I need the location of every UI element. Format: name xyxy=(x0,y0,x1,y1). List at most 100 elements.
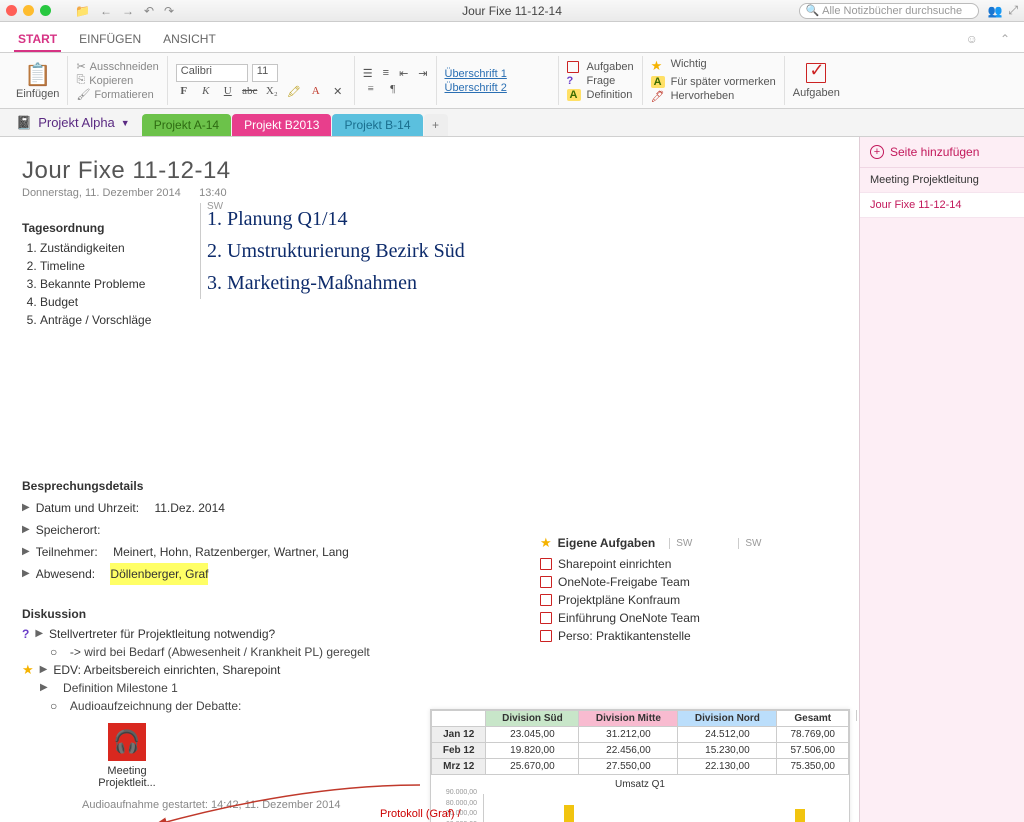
add-section-button[interactable]: + xyxy=(424,114,448,136)
plus-icon: + xyxy=(870,145,884,159)
bullets-button[interactable]: ☰ xyxy=(363,67,373,80)
back-icon[interactable]: ← xyxy=(100,4,112,18)
paragraph-button[interactable]: ¶ xyxy=(385,83,401,95)
numbering-button[interactable]: ≡ xyxy=(383,67,389,80)
fontcolor-button[interactable]: A xyxy=(308,85,324,98)
format-painter-icon[interactable]: 🖌 xyxy=(76,88,90,101)
fullscreen-icon[interactable]: ⤢ xyxy=(1008,3,1018,18)
ribbon-tabs: START EINFÜGEN ANSICHT ☺ ⌃ xyxy=(0,22,1024,53)
checkbox-icon[interactable] xyxy=(540,630,552,642)
section-b2013[interactable]: Projekt B2013 xyxy=(232,114,331,136)
task-item[interactable]: Sharepoint einrichten xyxy=(540,555,761,573)
task-item[interactable]: Projektpläne Konfraum xyxy=(540,591,761,609)
discussion-sub[interactable]: ○ -> wird bei Bedarf (Abwesenheit / Kran… xyxy=(22,643,837,661)
section-a14[interactable]: Projekt A-14 xyxy=(142,114,231,136)
forward-icon[interactable]: → xyxy=(122,4,134,18)
close-icon[interactable] xyxy=(6,5,17,16)
format-button[interactable]: Formatieren xyxy=(94,89,153,101)
style-h2[interactable]: Überschrift 2 xyxy=(445,82,550,94)
undo-icon[interactable]: ↶ xyxy=(144,4,154,18)
task-item[interactable]: OneNote-Freigabe Team xyxy=(540,573,761,591)
indent-button[interactable]: ⇥ xyxy=(418,67,427,80)
agenda-item[interactable]: Timeline xyxy=(40,257,192,275)
outdent-button[interactable]: ⇤ xyxy=(399,67,408,80)
collapse-ribbon-icon[interactable]: ⌃ xyxy=(996,28,1014,52)
checkbox-icon[interactable] xyxy=(540,576,552,588)
cut-button[interactable]: Ausschneiden xyxy=(90,61,159,73)
search-icon: 🔍 xyxy=(805,4,819,17)
caret-icon: ▶ xyxy=(35,625,43,643)
definition-tag[interactable]: Definition xyxy=(587,89,634,101)
checkbox-icon[interactable] xyxy=(540,558,552,570)
tasks-tag[interactable]: Aufgaben xyxy=(587,61,634,73)
cut-icon[interactable]: ✂ xyxy=(76,60,85,73)
important-tag[interactable]: Wichtig xyxy=(671,58,776,74)
font-select[interactable]: Calibri xyxy=(176,64,248,82)
tab-start[interactable]: START xyxy=(14,28,61,52)
discussion-item[interactable]: ★▶EDV: Arbeitsbereich einrichten, Sharep… xyxy=(22,661,837,679)
copy-icon[interactable]: ⎘ xyxy=(76,74,85,87)
caret-icon: ▶ xyxy=(22,563,30,585)
agenda-item[interactable]: Anträge / Vorschläge xyxy=(40,311,192,329)
tasks-pane-icon[interactable]: ✓ xyxy=(806,63,826,83)
excel-embed[interactable]: SW Division Süd Division Mitte Division … xyxy=(430,709,850,822)
add-page-button[interactable]: + Seite hinzufügen xyxy=(860,137,1024,168)
clear-format-button[interactable]: ✕ xyxy=(330,85,346,98)
fontsize-select[interactable]: 11 xyxy=(252,64,278,82)
minimize-icon[interactable] xyxy=(23,5,34,16)
paste-button[interactable]: Einfügen xyxy=(16,88,59,100)
chart-umsatz: Umsatz Q1 90.000,0080.000,0070.000,0060.… xyxy=(431,775,849,822)
zoom-icon[interactable] xyxy=(40,5,51,16)
agenda-item[interactable]: Budget xyxy=(40,293,192,311)
tab-view[interactable]: ANSICHT xyxy=(159,28,220,52)
caret-icon: ▶ xyxy=(22,497,30,519)
notebook-selector[interactable]: 📓 Projekt Alpha ▼ xyxy=(8,115,138,131)
section-b14[interactable]: Projekt B-14 xyxy=(332,114,422,136)
page-list-pane: + Seite hinzufügen Meeting Projektleitun… xyxy=(859,137,1024,822)
tasks-pane-button[interactable]: Aufgaben xyxy=(793,87,840,99)
bold-button[interactable]: F xyxy=(176,85,192,98)
caret-icon: ▶ xyxy=(40,661,48,679)
page-item[interactable]: Jour Fixe 11-12-14 xyxy=(860,193,1024,218)
checkbox-icon[interactable] xyxy=(540,594,552,606)
copy-button[interactable]: Kopieren xyxy=(89,75,133,87)
italic-button[interactable]: K xyxy=(198,85,214,98)
tasks-container[interactable]: ★ Eigene Aufgaben SW SW Sharepoint einri… xyxy=(540,535,761,645)
redo-icon[interactable]: ↷ xyxy=(164,4,174,18)
strike-button[interactable]: abc xyxy=(242,85,258,98)
emoji-icon[interactable]: ☺ xyxy=(962,28,982,52)
agenda-item[interactable]: Bekannte Probleme xyxy=(40,275,192,293)
underline-button[interactable]: U xyxy=(220,85,236,98)
page-title[interactable]: Jour Fixe 11-12-14 xyxy=(22,157,837,185)
page-item[interactable]: Meeting Projektleitung xyxy=(860,168,1024,193)
note-canvas[interactable]: Jour Fixe 11-12-14 Donnerstag, 11. Dezem… xyxy=(0,137,859,822)
chevron-down-icon: ▼ xyxy=(121,118,130,128)
agenda-item[interactable]: Zuständigkeiten xyxy=(40,239,192,257)
details-datetime[interactable]: ▶Datum und Uhrzeit: 11.Dez. 2014 xyxy=(22,497,837,519)
agenda-list[interactable]: Zuständigkeiten Timeline Bekannte Proble… xyxy=(22,239,192,329)
ink-container[interactable]: SW 1. Planung Q1/14 2. Umstrukturierung … xyxy=(200,203,640,299)
subscript-button[interactable]: X₂ xyxy=(264,85,280,98)
remember-tag[interactable]: Für später vormerken xyxy=(671,76,776,88)
highlight-tag-icon: 🖊 xyxy=(651,90,667,103)
ink-line: 3. Marketing-Maßnahmen xyxy=(207,267,640,299)
caret-icon: ▶ xyxy=(22,519,30,541)
share-icon[interactable]: 👥 xyxy=(987,4,1002,18)
highlight-tag[interactable]: Hervorheben xyxy=(671,90,776,103)
checkbox-icon[interactable] xyxy=(540,612,552,624)
search-input[interactable]: 🔍 Alle Notizbücher durchsuche xyxy=(799,3,979,19)
style-h1[interactable]: Überschrift 1 xyxy=(445,68,550,80)
task-item[interactable]: Einführung OneNote Team xyxy=(540,609,761,627)
discussion-sub[interactable]: ▶ Definition Milestone 1 xyxy=(22,679,837,697)
agenda-heading: Tagesordnung xyxy=(22,221,192,235)
question-tag[interactable]: Frage xyxy=(587,75,634,87)
folder-icon[interactable]: 📁 xyxy=(75,4,90,18)
star-icon: ★ xyxy=(22,661,34,679)
tab-insert[interactable]: EINFÜGEN xyxy=(75,28,145,52)
task-item[interactable]: Perso: Praktikantenstelle xyxy=(540,627,761,645)
tasks-tag-icon[interactable] xyxy=(567,61,579,73)
sw-badge: SW xyxy=(669,538,692,549)
align-left-button[interactable]: ≡ xyxy=(363,83,379,95)
caret-icon: ▶ xyxy=(40,679,48,697)
highlight-button[interactable]: 🖍 xyxy=(286,85,302,98)
